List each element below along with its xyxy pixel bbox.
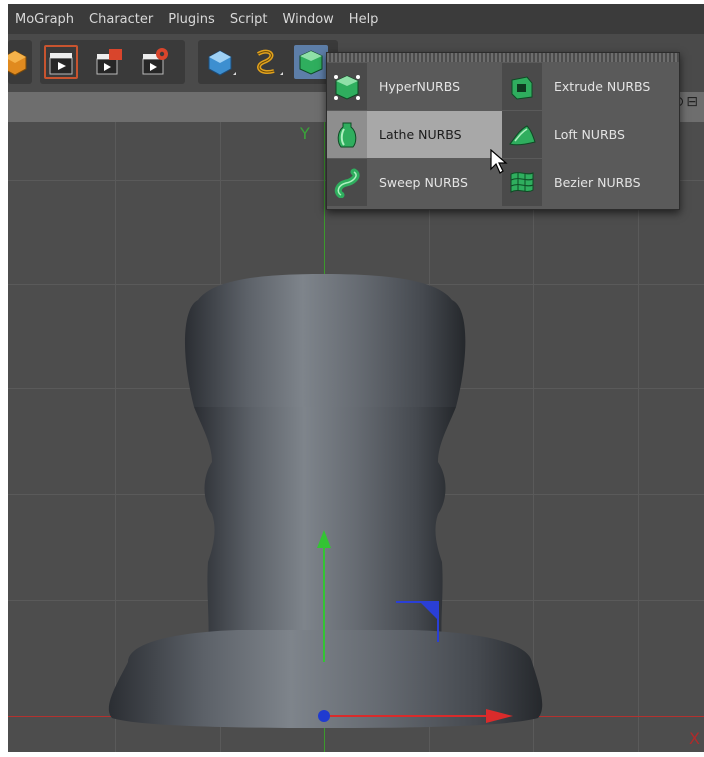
menu-script[interactable]: Script	[223, 12, 276, 27]
menu-window[interactable]: Window	[276, 12, 342, 27]
menu-bar: MoGraph Character Plugins Script Window …	[8, 4, 704, 34]
toolbar-group-left	[8, 40, 32, 84]
primitive-cube-icon[interactable]	[203, 45, 237, 79]
menu-item-sweep-nurbs[interactable]: Sweep NURBS	[327, 159, 502, 206]
bezier-nurbs-icon	[502, 159, 542, 206]
sweep-nurbs-icon	[327, 159, 367, 206]
object-cube-icon[interactable]	[8, 45, 32, 79]
lathe-nurbs-icon	[327, 111, 367, 158]
render-settings-icon[interactable]	[138, 45, 172, 79]
nurbs-menu-grid: HyperNURBS Extrude NURBS Lathe NURBS Lof…	[327, 63, 679, 209]
viewport-3d[interactable]: Y X	[8, 122, 704, 752]
menu-item-label: Lathe NURBS	[379, 127, 462, 142]
menu-item-lathe-nurbs[interactable]: Lathe NURBS	[327, 111, 502, 158]
render-picture-viewer-icon[interactable]	[92, 45, 126, 79]
hypernurbs-icon	[327, 63, 367, 110]
menu-plugins[interactable]: Plugins	[161, 12, 223, 27]
popup-grip[interactable]	[327, 53, 679, 62]
menu-item-hypernurbs[interactable]: HyperNURBS	[327, 63, 502, 110]
menu-item-label: Sweep NURBS	[379, 175, 468, 190]
menu-item-label: Bezier NURBS	[554, 175, 641, 190]
extrude-nurbs-icon	[502, 63, 542, 110]
cinema4d-window: MoGraph Character Plugins Script Window …	[8, 4, 704, 752]
gizmo-origin[interactable]	[318, 710, 330, 722]
menu-help[interactable]: Help	[342, 12, 387, 27]
menu-item-label: Extrude NURBS	[554, 79, 651, 94]
menu-item-extrude-nurbs[interactable]: Extrude NURBS	[502, 63, 677, 110]
mouse-cursor-icon	[490, 149, 508, 174]
nurbs-popup-menu: HyperNURBS Extrude NURBS Lathe NURBS Lof…	[326, 52, 680, 210]
menu-item-label: HyperNURBS	[379, 79, 461, 94]
menu-mograph[interactable]: MoGraph	[8, 12, 82, 27]
toolbar-group-create	[198, 40, 338, 84]
menu-character[interactable]: Character	[82, 12, 161, 27]
model-head	[184, 274, 466, 407]
toolbar-group-render	[40, 40, 185, 84]
menu-item-label: Loft NURBS	[554, 127, 625, 142]
render-active-view-icon[interactable]	[44, 45, 78, 79]
spline-icon[interactable]	[250, 45, 284, 79]
menu-item-bezier-nurbs[interactable]: Bezier NURBS	[502, 159, 677, 206]
loft-nurbs-icon	[502, 111, 542, 158]
nurbs-icon[interactable]	[294, 45, 328, 79]
lathe-model[interactable]	[8, 122, 704, 752]
menu-item-loft-nurbs[interactable]: Loft NURBS	[502, 111, 677, 158]
